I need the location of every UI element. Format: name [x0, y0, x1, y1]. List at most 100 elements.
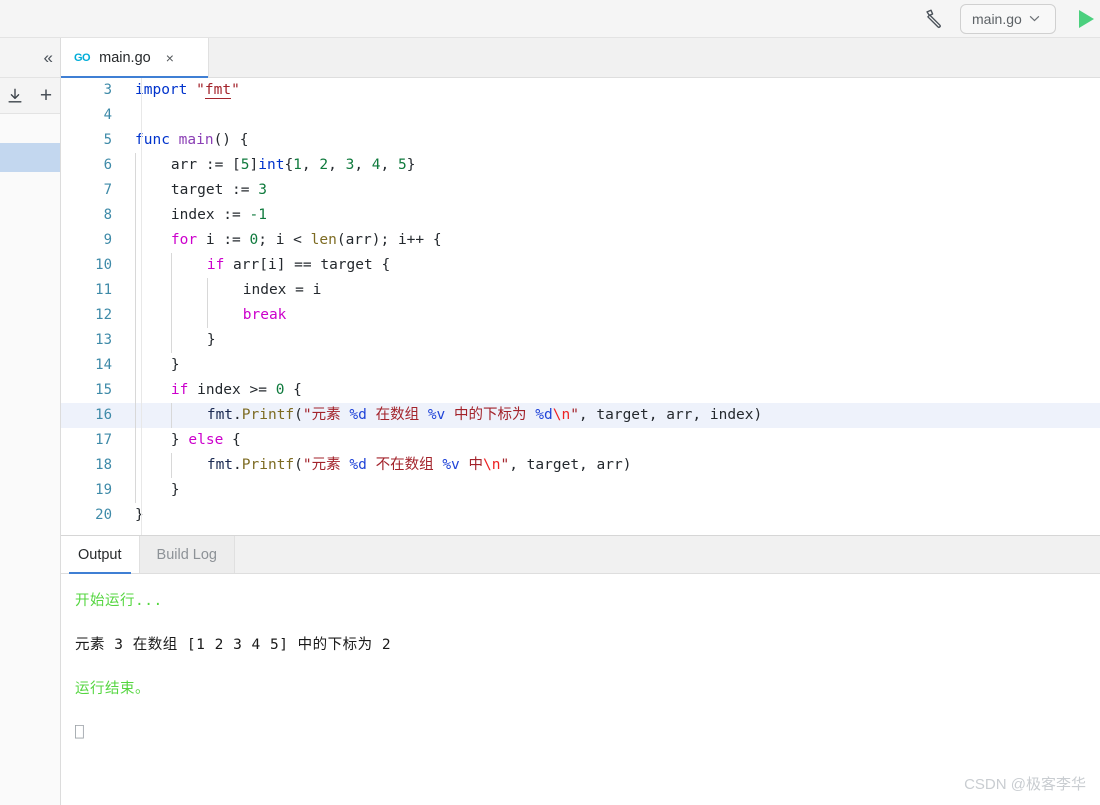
code-token: %v [442, 457, 460, 473]
code-token: 中 [459, 457, 484, 473]
code-token: 在数组 [366, 407, 428, 423]
code-token: Printf [241, 407, 295, 423]
build-hammer-button[interactable] [918, 5, 948, 33]
code-line[interactable]: 19 } [61, 478, 1100, 503]
tab-build-log[interactable]: Build Log [139, 536, 235, 573]
code-line[interactable]: 3 import "fmt" [61, 78, 1100, 103]
line-number: 11 [95, 282, 112, 298]
code-token: 3 [345, 157, 355, 173]
indent-guide [206, 278, 208, 303]
code-token: } [170, 432, 189, 448]
gutter-separator [141, 78, 142, 535]
code-token: \n [483, 457, 501, 473]
code-token: , [301, 157, 320, 173]
line-number: 18 [95, 457, 112, 473]
code-line[interactable]: 16 fmt.Printf("元素 %d 在数组 %v 中的下标为 %d\n",… [61, 403, 1100, 428]
line-number: 13 [95, 332, 112, 348]
line-number: 16 [95, 407, 112, 423]
sidebar-file-item[interactable] [0, 172, 60, 201]
indent-guide [135, 178, 136, 203]
code-line[interactable]: 6 arr := [5]int{1, 2, 3, 4, 5} [61, 153, 1100, 178]
code-token: } [206, 332, 216, 348]
code-line[interactable]: 20} [61, 503, 1100, 528]
code-token: " [231, 82, 240, 98]
code-line-text: func main() { [125, 128, 249, 153]
code-token: \n [552, 407, 571, 423]
chevron-down-icon [1029, 15, 1040, 22]
code-token: if [206, 257, 225, 273]
code-line-text: } else { [125, 428, 241, 453]
line-number: 4 [103, 107, 112, 123]
code-token: , [354, 157, 372, 173]
line-number: 3 [103, 82, 112, 98]
line-number: 17 [95, 432, 112, 448]
code-line[interactable]: 18 fmt.Printf("元素 %d 不在数组 %v 中\n", targe… [61, 453, 1100, 478]
indent-guide [170, 278, 172, 303]
code-line[interactable]: 10 if arr[i] == target { [61, 253, 1100, 278]
run-button[interactable] [1072, 5, 1098, 33]
code-token: "元素 [302, 457, 350, 473]
code-line[interactable]: 13 } [61, 328, 1100, 353]
plus-icon: + [39, 84, 53, 107]
indent-guide [170, 303, 172, 328]
code-line[interactable]: 15 if index >= 0 { [61, 378, 1100, 403]
collapse-panel-icon[interactable]: « [44, 49, 54, 66]
line-number: 9 [103, 232, 112, 248]
code-line[interactable]: 8 index := -1 [61, 203, 1100, 228]
indent-guide [170, 453, 172, 478]
editor-tab-main-go[interactable]: GO main.go × [61, 38, 209, 78]
code-line-text: fmt.Printf("元素 %d 在数组 %v 中的下标为 %d\n", ta… [125, 403, 762, 428]
code-token: , [380, 157, 398, 173]
sidebar-collapse-row: « [0, 38, 60, 78]
left-sidebar: « + [0, 38, 61, 805]
code-token: (arr); i++ { [336, 232, 442, 248]
code-line[interactable]: 17 } else { [61, 428, 1100, 453]
code-token: } [170, 482, 180, 498]
code-line[interactable]: 4 [61, 103, 1100, 128]
indent-guide [135, 253, 136, 278]
panel-tab-bar: Output Build Log [61, 536, 1100, 574]
code-token: if [170, 382, 189, 398]
code-line-text: index := -1 [125, 203, 267, 228]
code-token: len [310, 232, 337, 248]
download-icon [8, 88, 22, 103]
code-line[interactable]: 7 target := 3 [61, 178, 1100, 203]
code-line[interactable]: 14 } [61, 353, 1100, 378]
sidebar-file-item-selected[interactable] [0, 143, 60, 172]
code-line[interactable]: 9 for i := 0; i < len(arr); i++ { [61, 228, 1100, 253]
output-line: 元素 3 在数组 [1 2 3 4 5] 中的下标为 2 [75, 637, 392, 653]
ide-window: main.go « + GO main.go × 3 import "fmt" … [0, 0, 1100, 805]
code-token: " [570, 407, 579, 423]
toolbar-right-group: main.go [918, 3, 1100, 34]
tab-output[interactable]: Output [61, 536, 140, 574]
indent-guide [135, 303, 136, 328]
code-token: arr := [ [170, 157, 241, 173]
code-line-text: if arr[i] == target { [125, 253, 390, 278]
code-line[interactable]: 11 index = i [61, 278, 1100, 303]
close-icon[interactable]: × [166, 50, 174, 66]
sidebar-file-item[interactable] [0, 114, 60, 143]
indent-guide [135, 203, 136, 228]
code-token: () { [213, 132, 249, 148]
output-console[interactable]: 开始运行... 元素 3 在数组 [1 2 3 4 5] 中的下标为 2 运行结束。… [61, 574, 1100, 744]
file-selector-dropdown[interactable]: main.go [960, 3, 1056, 34]
indent-guide [135, 403, 136, 428]
panel-tab-filler [235, 536, 1100, 573]
code-line-text: } [125, 328, 216, 353]
top-toolbar: main.go [0, 0, 1100, 38]
code-token: { [223, 432, 241, 448]
new-file-button[interactable]: + [35, 85, 57, 107]
editor-tab-label: main.go [99, 49, 151, 66]
code-token: . [233, 407, 242, 423]
code-token: "元素 [302, 407, 350, 423]
code-line[interactable]: 12 break [61, 303, 1100, 328]
code-line-text: target := 3 [125, 178, 267, 203]
code-token: fmt [206, 457, 234, 473]
code-editor[interactable]: 3 import "fmt" 4 5 func main() {6 arr := [5]… [61, 78, 1100, 535]
line-number: 8 [103, 207, 112, 223]
code-line[interactable]: 5 func main() { [61, 128, 1100, 153]
download-file-button[interactable] [4, 85, 26, 107]
watermark: CSDN @极客李华 [964, 776, 1086, 793]
code-line-text: if index >= 0 { [125, 378, 302, 403]
